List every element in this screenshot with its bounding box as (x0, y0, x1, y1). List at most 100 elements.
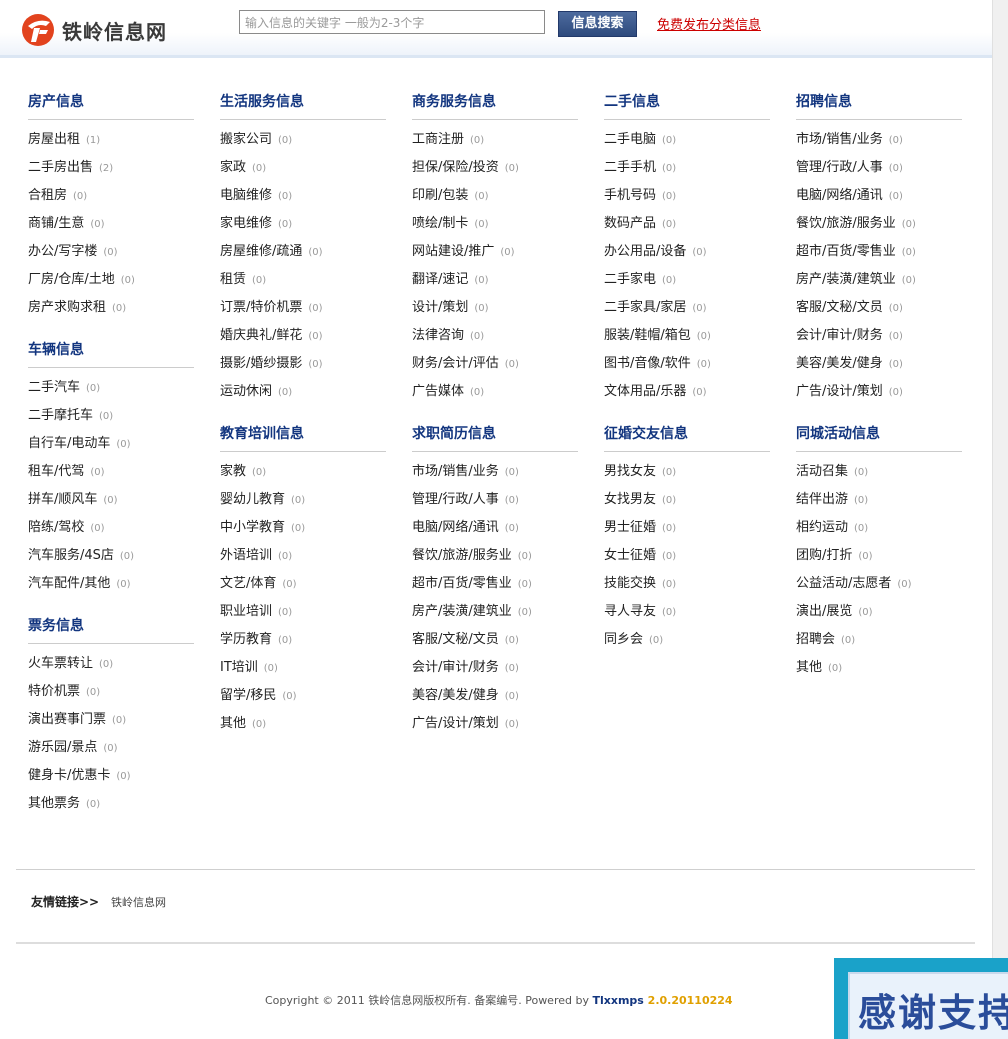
category-link[interactable]: 房产/装潢/建筑业 (412, 604, 512, 619)
section-title[interactable]: 房产信息 (28, 92, 194, 120)
category-link[interactable]: 工商注册 (412, 132, 464, 147)
category-link[interactable]: 火车票转让 (28, 656, 93, 671)
category-link[interactable]: 文体用品/乐器 (604, 384, 686, 399)
category-link[interactable]: 其他 (220, 716, 246, 731)
category-link[interactable]: 市场/销售/业务 (412, 464, 499, 479)
category-link[interactable]: 二手家具/家居 (604, 300, 686, 315)
category-link[interactable]: 美容/美发/健身 (796, 356, 883, 371)
category-link[interactable]: 房产/装潢/建筑业 (796, 272, 896, 287)
category-link[interactable]: 游乐园/景点 (28, 740, 97, 755)
category-link[interactable]: 学历教育 (220, 632, 272, 647)
category-link[interactable]: 广告/设计/策划 (412, 716, 499, 731)
category-link[interactable]: 超市/百货/零售业 (796, 244, 896, 259)
category-link[interactable]: 翻译/速记 (412, 272, 468, 287)
publish-free-listing-link[interactable]: 免费发布分类信息 (657, 14, 761, 33)
category-link[interactable]: 房屋维修/疏通 (220, 244, 302, 259)
friend-link[interactable]: 铁岭信息网 (111, 896, 166, 909)
category-link[interactable]: 文艺/体育 (220, 576, 276, 591)
powered-by-brand[interactable]: Tlxxmps (592, 994, 643, 1007)
category-link[interactable]: 合租房 (28, 188, 67, 203)
section-title[interactable]: 招聘信息 (796, 92, 962, 120)
category-link[interactable]: 演出赛事门票 (28, 712, 106, 727)
category-link[interactable]: 办公/写字楼 (28, 244, 97, 259)
category-link[interactable]: 设计/策划 (412, 300, 468, 315)
category-link[interactable]: 女士征婚 (604, 548, 656, 563)
section-title[interactable]: 征婚交友信息 (604, 424, 770, 452)
category-link[interactable]: 演出/展览 (796, 604, 852, 619)
section-title[interactable]: 二手信息 (604, 92, 770, 120)
category-link[interactable]: 中小学教育 (220, 520, 285, 535)
category-link[interactable]: 广告/设计/策划 (796, 384, 883, 399)
category-link[interactable]: 外语培训 (220, 548, 272, 563)
section-title[interactable]: 商务服务信息 (412, 92, 578, 120)
category-link[interactable]: 广告媒体 (412, 384, 464, 399)
category-link[interactable]: 租车/代驾 (28, 464, 84, 479)
section-title[interactable]: 同城活动信息 (796, 424, 962, 452)
category-link[interactable]: 活动召集 (796, 464, 848, 479)
category-link[interactable]: 汽车配件/其他 (28, 576, 110, 591)
category-link[interactable]: 职业培训 (220, 604, 272, 619)
thanks-banner[interactable]: 感谢支持 (834, 958, 1008, 1039)
category-link[interactable]: 市场/销售/业务 (796, 132, 883, 147)
search-input[interactable]: 输入信息的关键字 一般为2-3个字 (239, 10, 545, 34)
scrollbar[interactable] (992, 0, 1008, 1039)
category-link[interactable]: 商铺/生意 (28, 216, 84, 231)
section-title[interactable]: 教育培训信息 (220, 424, 386, 452)
category-link[interactable]: 服装/鞋帽/箱包 (604, 328, 691, 343)
category-link[interactable]: 留学/移民 (220, 688, 276, 703)
category-link[interactable]: 客服/文秘/文员 (796, 300, 883, 315)
category-link[interactable]: 运动休闲 (220, 384, 272, 399)
category-link[interactable]: 同乡会 (604, 632, 643, 647)
category-link[interactable]: 二手汽车 (28, 380, 80, 395)
category-link[interactable]: 房产求购求租 (28, 300, 106, 315)
category-link[interactable]: 餐饮/旅游/服务业 (796, 216, 896, 231)
category-link[interactable]: 电脑/网络/通讯 (412, 520, 499, 535)
category-link[interactable]: 自行车/电动车 (28, 436, 110, 451)
category-link[interactable]: 喷绘/制卡 (412, 216, 468, 231)
category-link[interactable]: 法律咨询 (412, 328, 464, 343)
category-link[interactable]: 印刷/包装 (412, 188, 468, 203)
category-link[interactable]: 会计/审计/财务 (796, 328, 883, 343)
category-link[interactable]: 二手家电 (604, 272, 656, 287)
category-link[interactable]: 特价机票 (28, 684, 80, 699)
search-button[interactable]: 信息搜索 (558, 11, 637, 37)
category-link[interactable]: 寻人寻友 (604, 604, 656, 619)
category-link[interactable]: 汽车服务/4S店 (28, 548, 114, 563)
category-link[interactable]: 其他 (796, 660, 822, 675)
category-link[interactable]: 婴幼儿教育 (220, 492, 285, 507)
category-link[interactable]: 陪练/驾校 (28, 520, 84, 535)
category-link[interactable]: 拼车/顺风车 (28, 492, 97, 507)
category-link[interactable]: 女找男友 (604, 492, 656, 507)
category-link[interactable]: 担保/保险/投资 (412, 160, 499, 175)
category-link[interactable]: 美容/美发/健身 (412, 688, 499, 703)
category-link[interactable]: 家教 (220, 464, 246, 479)
category-link[interactable]: 会计/审计/财务 (412, 660, 499, 675)
category-link[interactable]: 租赁 (220, 272, 246, 287)
category-link[interactable]: 订票/特价机票 (220, 300, 302, 315)
category-link[interactable]: 电脑/网络/通讯 (796, 188, 883, 203)
category-link[interactable]: 男士征婚 (604, 520, 656, 535)
category-link[interactable]: 财务/会计/评估 (412, 356, 499, 371)
section-title[interactable]: 生活服务信息 (220, 92, 386, 120)
category-link[interactable]: 家政 (220, 160, 246, 175)
category-link[interactable]: 搬家公司 (220, 132, 272, 147)
category-link[interactable]: 手机号码 (604, 188, 656, 203)
section-title[interactable]: 票务信息 (28, 616, 194, 644)
category-link[interactable]: 管理/行政/人事 (796, 160, 883, 175)
category-link[interactable]: 图书/音像/软件 (604, 356, 691, 371)
category-link[interactable]: 家电维修 (220, 216, 272, 231)
site-logo[interactable]: 铁岭信息网 (20, 12, 167, 48)
category-link[interactable]: 男找女友 (604, 464, 656, 479)
category-link[interactable]: 数码产品 (604, 216, 656, 231)
category-link[interactable]: 房屋出租 (28, 132, 80, 147)
category-link[interactable]: 健身卡/优惠卡 (28, 768, 110, 783)
category-link[interactable]: 技能交换 (604, 576, 656, 591)
category-link[interactable]: 办公用品/设备 (604, 244, 686, 259)
category-link[interactable]: 公益活动/志愿者 (796, 576, 891, 591)
category-link[interactable]: 二手电脑 (604, 132, 656, 147)
category-link[interactable]: 二手摩托车 (28, 408, 93, 423)
category-link[interactable]: 管理/行政/人事 (412, 492, 499, 507)
category-link[interactable]: 团购/打折 (796, 548, 852, 563)
category-link[interactable]: 客服/文秘/文员 (412, 632, 499, 647)
category-link[interactable]: 电脑维修 (220, 188, 272, 203)
